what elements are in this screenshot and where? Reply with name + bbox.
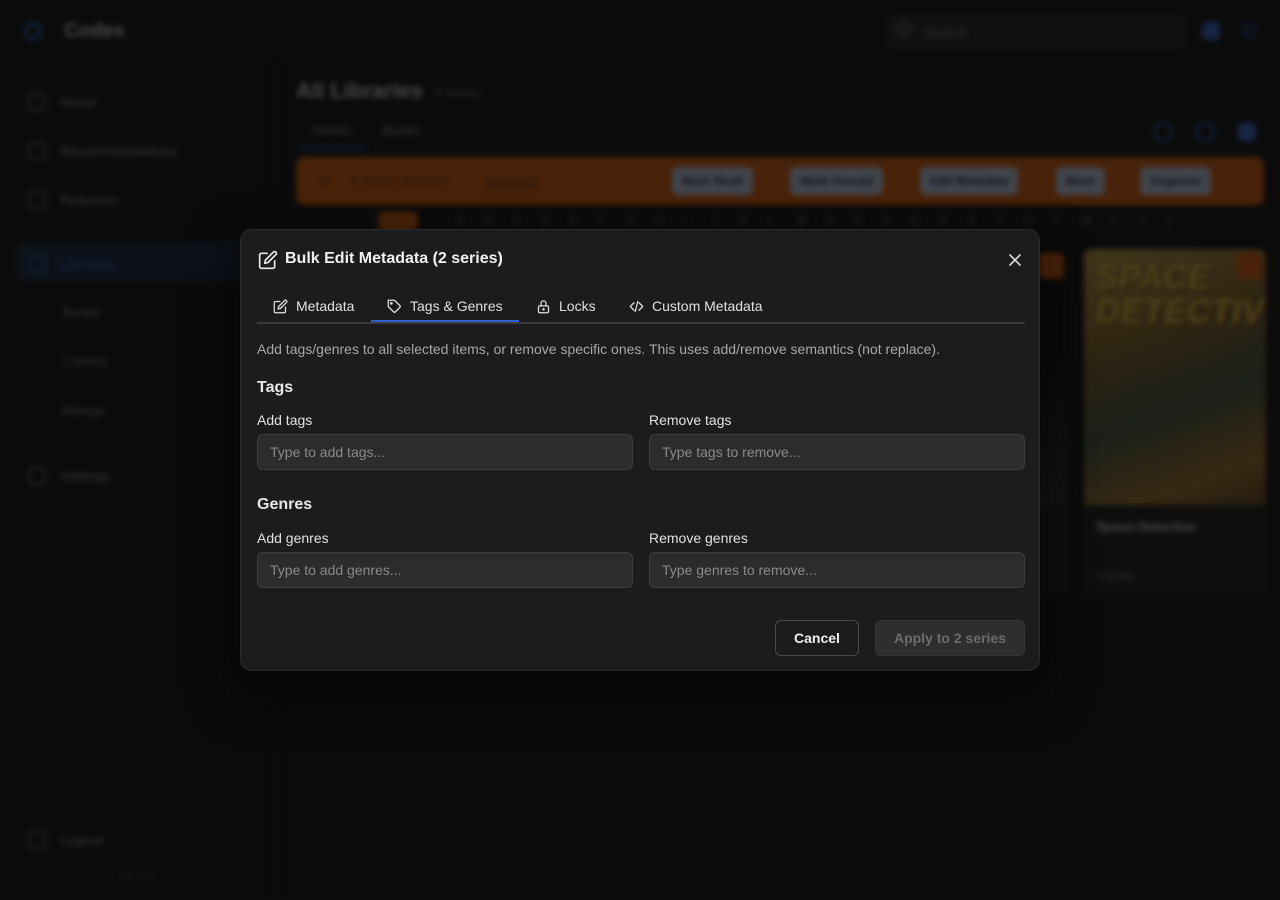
active-tab-indicator: [371, 320, 519, 322]
remove-genres-label: Remove genres: [649, 530, 748, 546]
remove-tags-label: Remove tags: [649, 412, 732, 428]
tab-locks[interactable]: Locks: [536, 288, 596, 324]
tab-metadata[interactable]: Metadata: [273, 288, 354, 324]
tab-label: Metadata: [296, 298, 355, 314]
bulk-edit-dialog: Bulk Edit Metadata (2 series) Metadata T…: [240, 229, 1040, 671]
edit-icon: [258, 250, 278, 270]
tab-tags-genres[interactable]: Tags & Genres: [387, 288, 503, 324]
tab-label: Tags & Genres: [410, 298, 503, 314]
genres-section-title: Genres: [257, 496, 313, 513]
close-icon[interactable]: [1005, 250, 1025, 270]
remove-tags-input[interactable]: [649, 434, 1025, 470]
dialog-description: Add tags/genres to all selected items, o…: [257, 341, 940, 357]
dialog-title: Bulk Edit Metadata (2 series): [285, 250, 503, 267]
cancel-button[interactable]: Cancel: [775, 620, 859, 656]
add-genres-label: Add genres: [257, 530, 329, 546]
tab-label: Custom Metadata: [652, 298, 763, 314]
tags-section-title: Tags: [257, 379, 294, 396]
remove-genres-input[interactable]: [649, 552, 1025, 588]
tab-label: Locks: [559, 298, 596, 314]
add-genres-input[interactable]: [257, 552, 633, 588]
add-tags-label: Add tags: [257, 412, 313, 428]
tab-custom-metadata[interactable]: Custom Metadata: [629, 288, 763, 324]
lock-icon: [537, 299, 550, 313]
tag-icon: [387, 299, 401, 313]
code-icon: [629, 300, 644, 312]
pencil-icon: [273, 299, 288, 313]
add-tags-input[interactable]: [257, 434, 633, 470]
apply-button[interactable]: Apply to 2 series: [875, 620, 1025, 656]
dialog-tabs: Metadata Tags & Genres Locks Custom Meta…: [257, 288, 1025, 324]
